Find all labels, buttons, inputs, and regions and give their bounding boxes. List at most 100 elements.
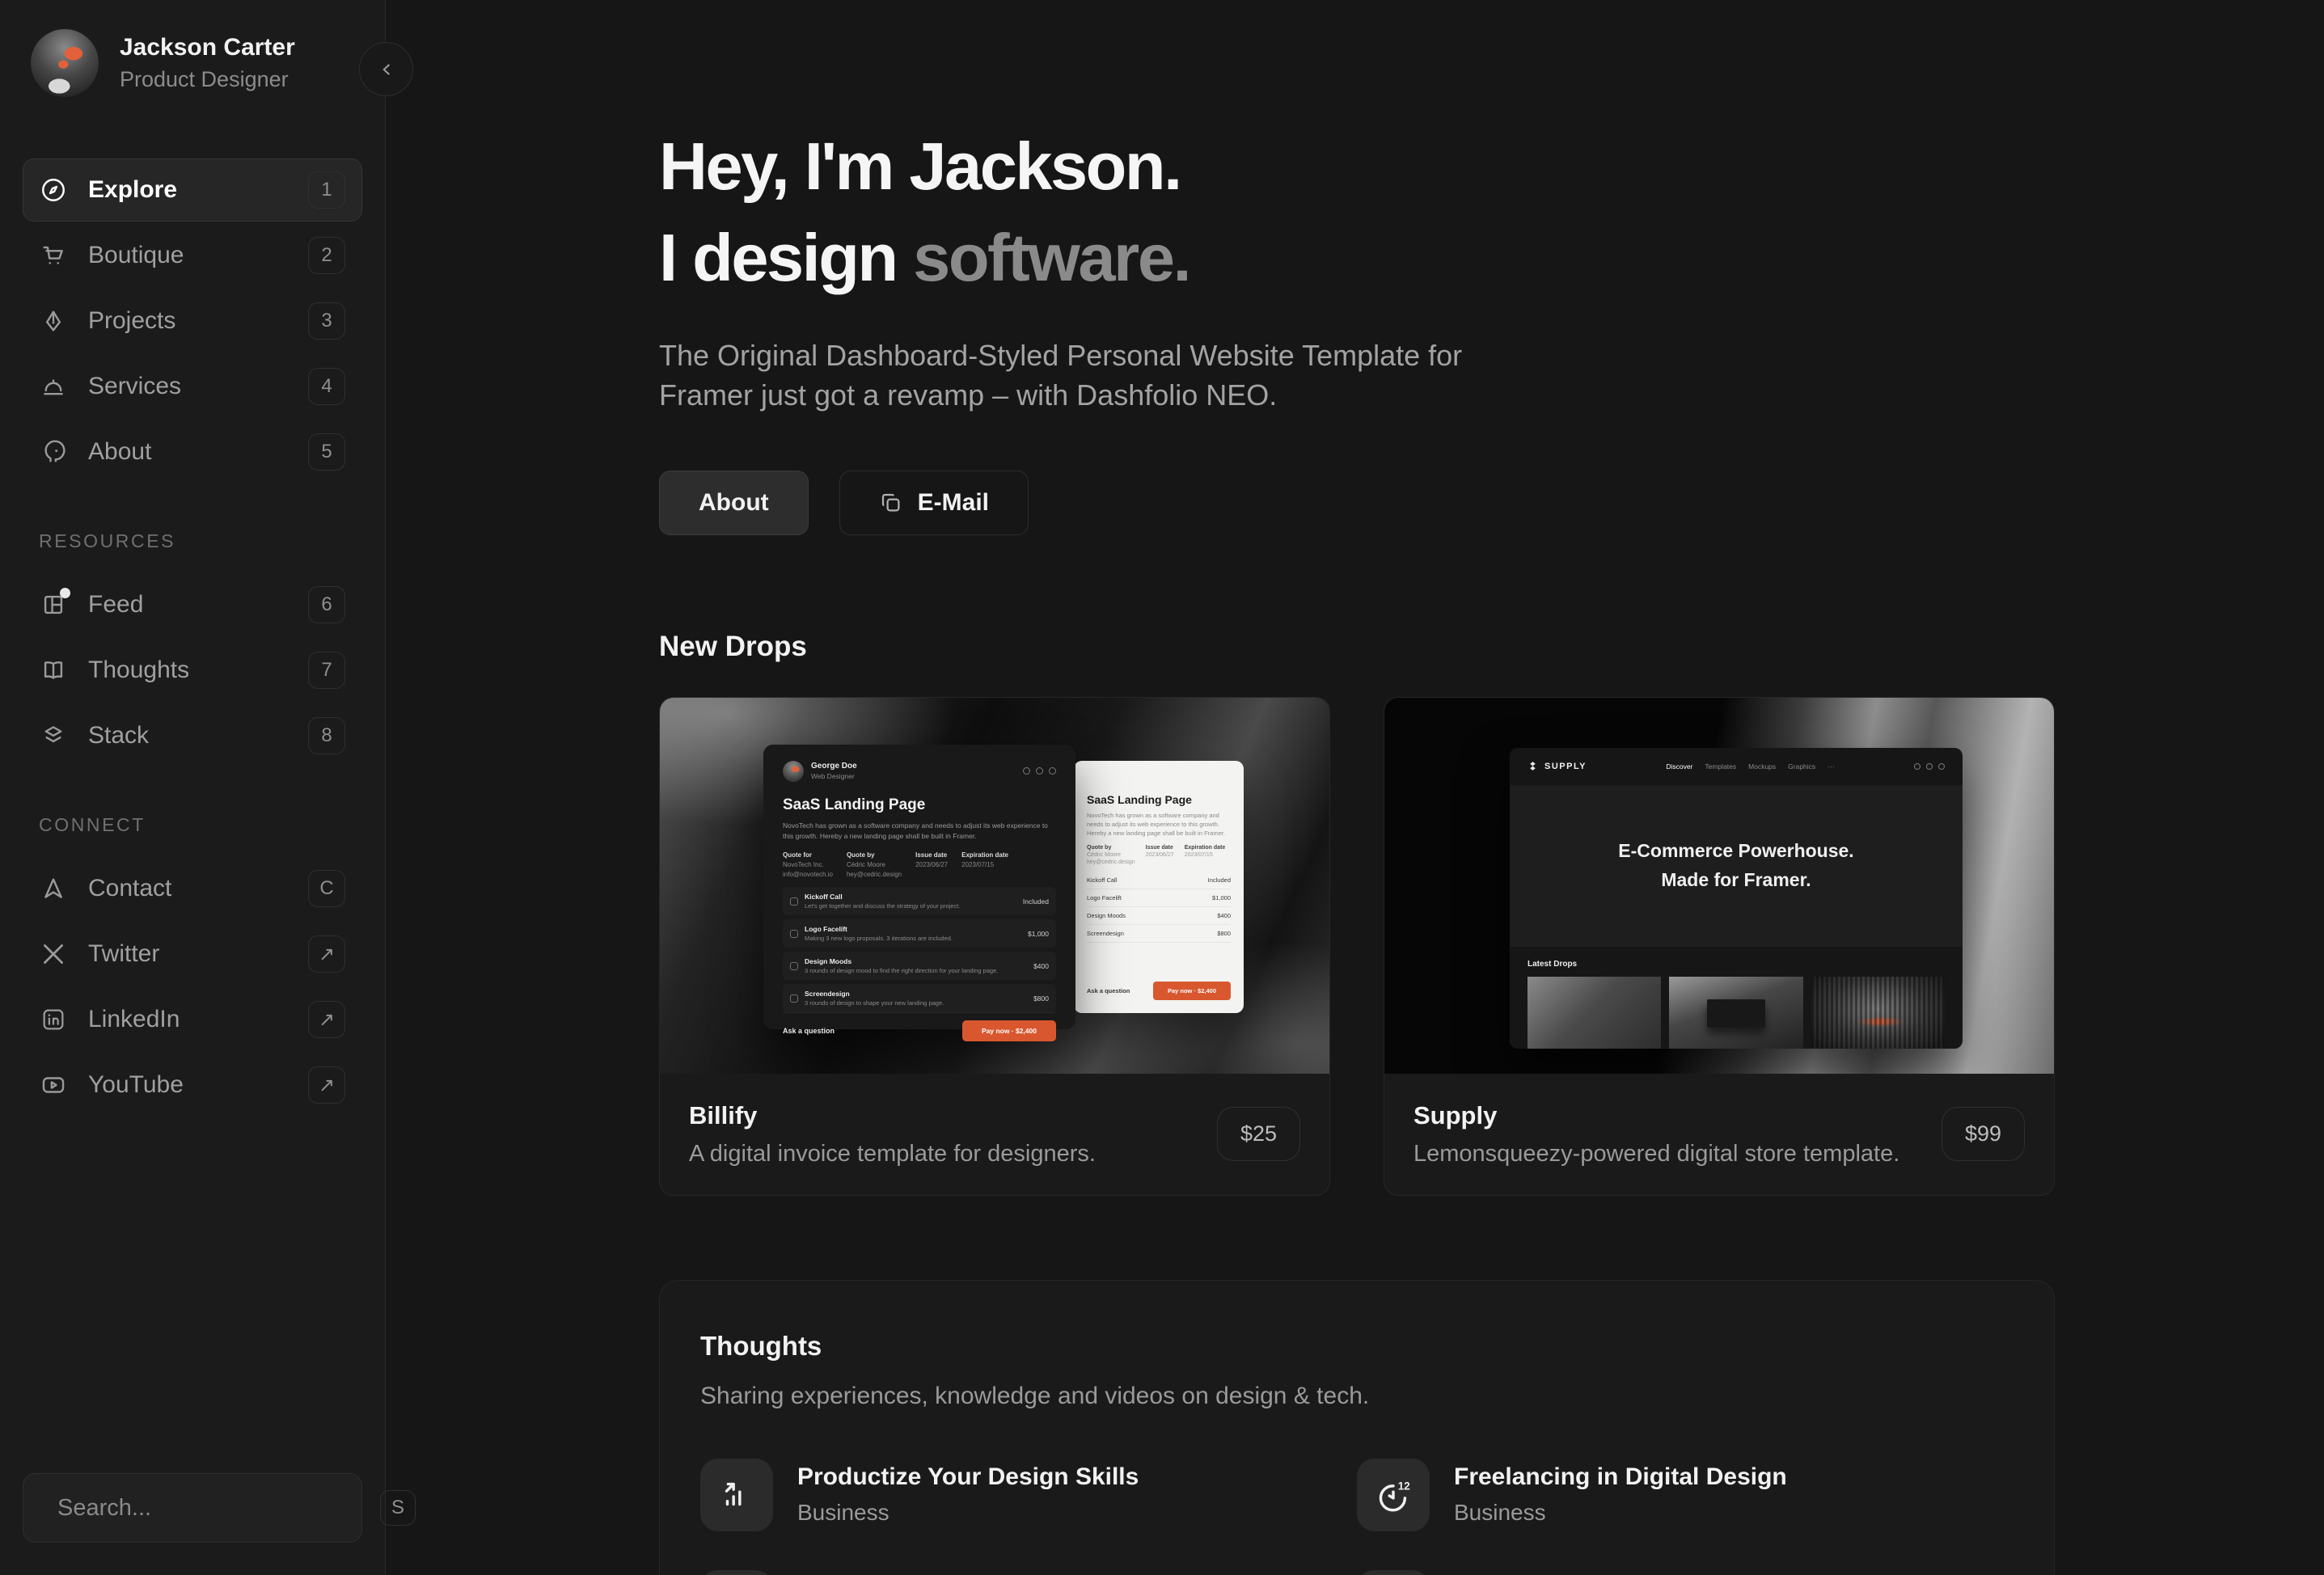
invoice-title: SaaS Landing Page xyxy=(1087,792,1192,806)
sidebar-item-boutique[interactable]: Boutique 2 xyxy=(23,224,362,287)
face-icon xyxy=(40,438,67,466)
product-card-supply[interactable]: SUPPLY Discover Templates Mockups Graphi… xyxy=(1384,696,2055,1196)
sidebar-collapse-button[interactable] xyxy=(359,42,413,96)
sidebar-item-linkedin[interactable]: LinkedIn ↗ xyxy=(23,988,362,1051)
product-name: Supply xyxy=(1413,1100,1498,1130)
external-arrow-badge: ↗ xyxy=(308,935,345,973)
invoice-rows: Kickoff Call Let's get together and discu… xyxy=(783,887,1056,1012)
supply-logo-icon xyxy=(1528,761,1538,771)
invoice-rows: Kickoff Call Included Logo Facelift $1,000… xyxy=(1087,872,1231,944)
sidebar-item-label: Explore xyxy=(88,176,178,203)
thought-item[interactable]: Productize Your Design Skills Business xyxy=(700,1458,1357,1531)
product-description: Lemonsqueezy-powered digital store templ… xyxy=(1413,1140,1900,1167)
new-drops-cards: SaaS Landing Page NovoTech has grown as … xyxy=(659,696,2324,1196)
about-button[interactable]: About xyxy=(659,470,809,535)
shortcut-badge: 2 xyxy=(308,237,345,274)
youtube-icon xyxy=(40,1071,67,1099)
sidebar-item-label: Thoughts xyxy=(88,657,190,683)
shortcut-badge: 7 xyxy=(308,652,345,689)
email-button-label: E-Mail xyxy=(917,488,989,516)
pen-nib-icon xyxy=(40,307,67,335)
invoice-dark-mockup: George Doe Web Designer SaaS Landing Pag… xyxy=(763,744,1075,1041)
drop-thumb-device xyxy=(1528,976,1662,1049)
share-nodes-icon xyxy=(700,1569,773,1575)
send-icon xyxy=(40,875,67,902)
invoice-meta: Quote for NovoTech Inc. info@novotech.io Q… xyxy=(783,851,1008,878)
copy-icon xyxy=(879,491,903,515)
sidebar-item-label: LinkedIn xyxy=(88,1006,180,1032)
product-card-billify[interactable]: SaaS Landing Page NovoTech has grown as … xyxy=(659,696,1330,1196)
sidebar-item-youtube[interactable]: YouTube ↗ xyxy=(23,1054,362,1117)
hero-subtitle: The Original Dashboard-Styled Personal W… xyxy=(659,338,1463,412)
hero-heading: Hey, I'm Jackson. I design software. xyxy=(659,129,1192,295)
hero-buttons: About E-Mail xyxy=(659,470,2324,535)
profile: Jackson Carter Product Designer xyxy=(23,29,362,97)
book-icon xyxy=(40,657,67,684)
shortcut-badge: 6 xyxy=(308,586,345,623)
sidebar-item-label: Services xyxy=(88,373,182,399)
sidebar-item-label: Boutique xyxy=(88,242,184,268)
email-button[interactable]: E-Mail xyxy=(839,470,1029,535)
primary-nav: Explore 1 Boutique 2 Projects 3 Services… xyxy=(23,158,362,483)
bar-chart-arrow-icon xyxy=(700,1458,773,1531)
sidebar-item-stack[interactable]: Stack 8 xyxy=(23,704,362,767)
main-content: Hey, I'm Jackson. I design software. The… xyxy=(387,0,2324,1575)
sidebar-item-label: Contact xyxy=(88,875,172,902)
shortcut-badge: 4 xyxy=(308,368,345,405)
sidebar: Jackson Carter Product Designer Explore … xyxy=(0,0,416,1575)
ask-question-label: Ask a question xyxy=(783,1027,835,1035)
section-label-connect: CONNECT xyxy=(39,814,146,835)
sidebar-item-projects[interactable]: Projects 3 xyxy=(23,289,362,353)
shortcut-badge: 8 xyxy=(308,717,345,754)
sidebar-item-twitter[interactable]: Twitter ↗ xyxy=(23,923,362,986)
thought-item[interactable]: A New Era of Entrepreneurship xyxy=(1357,1569,2013,1575)
thoughts-list: Productize Your Design Skills Business 1… xyxy=(700,1458,2013,1575)
invoice-social-icons xyxy=(1023,767,1056,775)
sidebar-item-contact[interactable]: Contact C xyxy=(23,857,362,920)
profile-name: Jackson Carter xyxy=(120,34,295,61)
sidebar-item-services[interactable]: Services 4 xyxy=(23,355,362,418)
globe-icon xyxy=(1357,1569,1430,1575)
search-bar[interactable]: S xyxy=(23,1473,416,1543)
svg-text:12: 12 xyxy=(1398,1480,1410,1492)
sidebar-item-label: YouTube xyxy=(88,1071,184,1098)
service-bell-icon xyxy=(40,373,67,400)
drop-thumb-portrait xyxy=(1811,976,1945,1049)
supply-site-mockup: SUPPLY Discover Templates Mockups Graphi… xyxy=(1510,747,1963,1049)
supply-nav: Discover Templates Mockups Graphics ··· xyxy=(1666,762,1835,771)
layers-icon xyxy=(40,722,67,749)
billify-card-footer: Billify A digital invoice template for d… xyxy=(660,1074,1329,1195)
drop-thumb-laptop xyxy=(1669,976,1803,1049)
profile-text: Jackson Carter Product Designer xyxy=(120,34,295,92)
search-input[interactable] xyxy=(56,1493,364,1522)
resources-nav: Feed 6 Thoughts 7 Stack 8 xyxy=(23,573,362,767)
sidebar-item-feed[interactable]: Feed 6 xyxy=(23,573,362,636)
sidebar-item-about[interactable]: About 5 xyxy=(23,420,362,483)
supply-brand: SUPPLY xyxy=(1544,761,1587,771)
invoice-intro: NovoTech has grown as a software company… xyxy=(783,821,1048,840)
thought-item[interactable]: 12 Freelancing in Digital Design Busines… xyxy=(1357,1458,2013,1531)
clock-12-icon: 12 xyxy=(1357,1458,1430,1531)
product-description: A digital invoice template for designers… xyxy=(689,1140,1096,1167)
chevron-left-icon xyxy=(376,59,397,80)
supply-drop-thumbnails xyxy=(1510,969,1963,1049)
sidebar-item-thoughts[interactable]: Thoughts 7 xyxy=(23,639,362,702)
hero-heading-muted: software. xyxy=(896,219,1191,295)
pay-now-button: Pay now · $2,400 xyxy=(1152,981,1231,1000)
ask-question-label: Ask a question xyxy=(1087,986,1130,994)
avatar xyxy=(31,29,99,97)
feed-grid-icon xyxy=(40,588,70,619)
connect-nav: Contact C Twitter ↗ LinkedIn ↗ YouTube ↗ xyxy=(23,857,362,1117)
thoughts-panel: Thoughts Sharing experiences, knowledge … xyxy=(659,1279,2055,1575)
sidebar-item-explore[interactable]: Explore 1 xyxy=(23,158,362,222)
invoice-author-name: George Doe xyxy=(811,762,857,771)
external-arrow-badge: ↗ xyxy=(308,1066,345,1104)
pay-now-button: Pay now · $2,400 xyxy=(961,1020,1056,1041)
sidebar-item-label: About xyxy=(88,438,152,465)
supply-social-icons xyxy=(1913,762,1945,770)
invoice-meta: Quote by Cédric Moore hey@cedric.design Is… xyxy=(1087,845,1226,866)
shortcut-badge: 5 xyxy=(308,433,345,471)
thought-item[interactable]: Designing for Shareability xyxy=(700,1569,1357,1575)
price-badge: $99 xyxy=(1941,1107,2025,1162)
notification-dot xyxy=(60,588,70,598)
